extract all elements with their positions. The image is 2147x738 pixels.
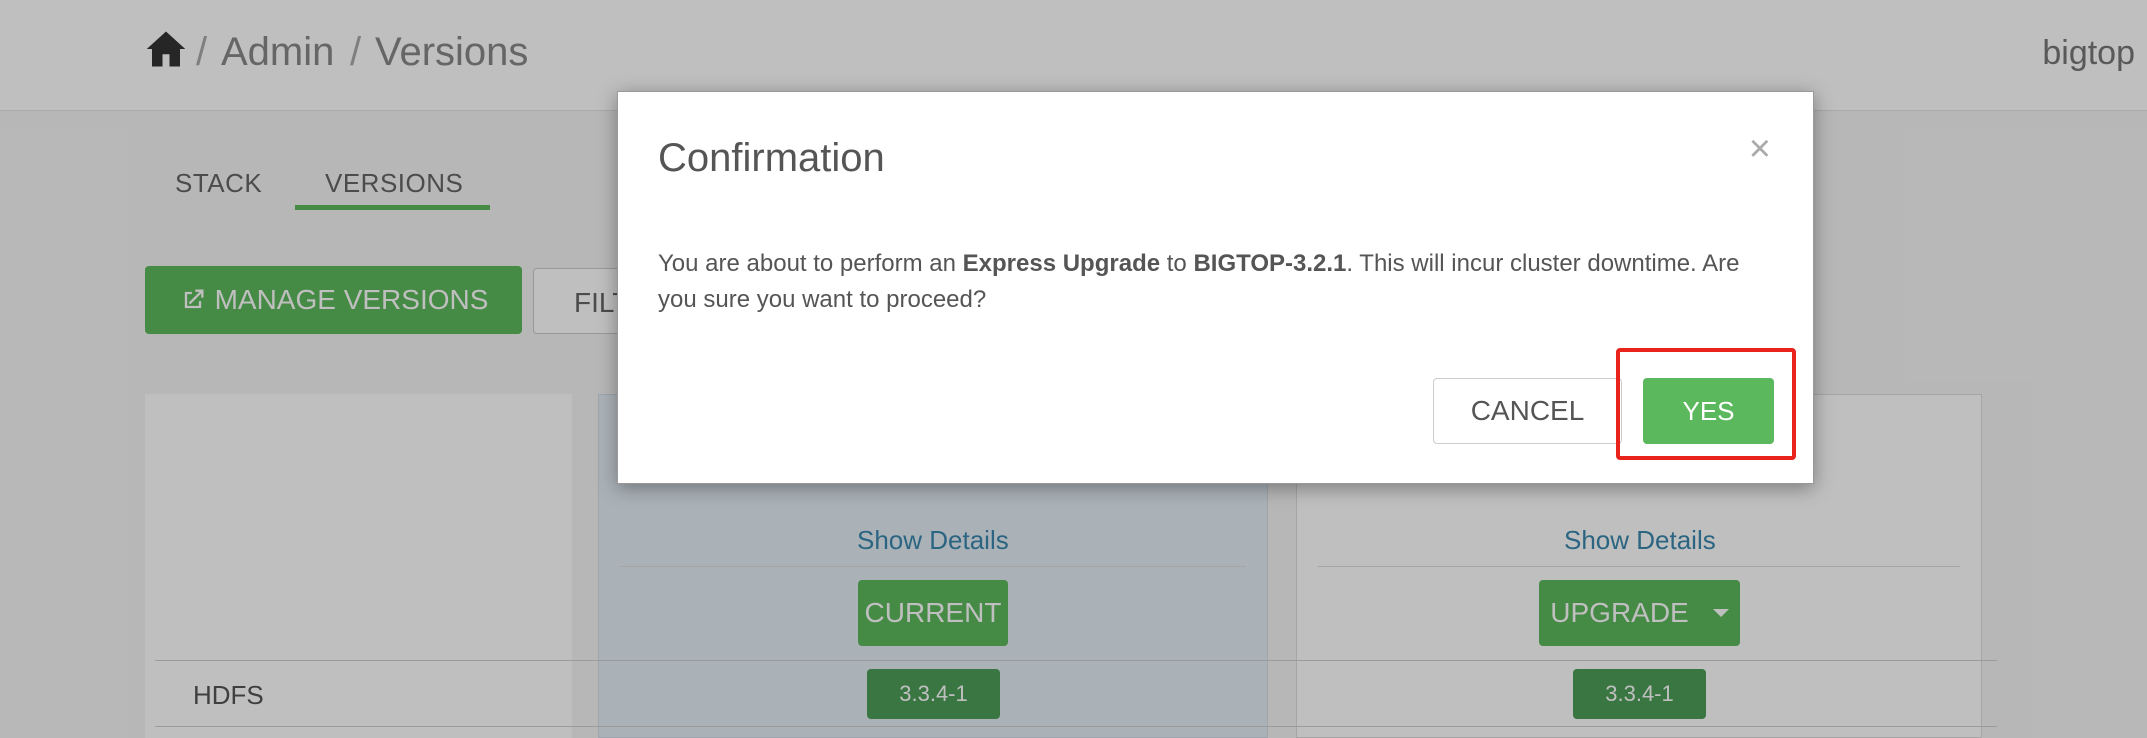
dialog-title: Confirmation — [658, 136, 885, 180]
cancel-button[interactable]: CANCEL — [1433, 378, 1622, 444]
message-mid: to — [1160, 250, 1194, 277]
dialog-message: You are about to perform an Express Upgr… — [658, 246, 1778, 318]
upgrade-type: Express Upgrade — [962, 250, 1161, 277]
message-prefix: You are about to perform an — [658, 250, 963, 277]
close-icon[interactable]: × — [1749, 128, 1771, 171]
highlight-annotation — [1616, 348, 1796, 460]
target-version: BIGTOP-3.2.1 — [1193, 250, 1347, 277]
